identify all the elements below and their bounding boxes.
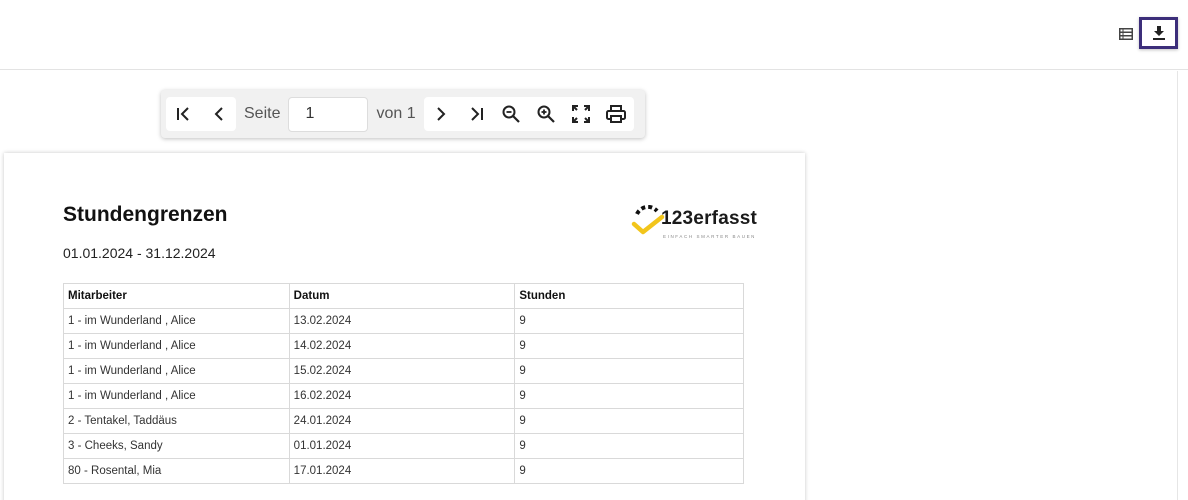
cell-hours: 9 — [514, 433, 744, 459]
print-button[interactable] — [599, 97, 634, 131]
table-row: 1 - im Wunderland , Alice 13.02.2024 9 — [63, 308, 744, 334]
column-header-date: Datum — [288, 283, 516, 309]
table-header-row: Mitarbeiter Datum Stunden — [63, 283, 744, 309]
cell-hours: 9 — [514, 358, 744, 384]
cell-employee: 1 - im Wunderland , Alice — [63, 308, 290, 334]
cell-date: 16.02.2024 — [288, 383, 516, 409]
next-page-button[interactable] — [424, 97, 459, 131]
cell-date: 14.02.2024 — [288, 333, 516, 359]
cell-employee: 80 - Rosental, Mia — [63, 458, 290, 484]
last-page-icon — [471, 107, 484, 121]
first-page-button[interactable] — [166, 97, 201, 131]
report-page: Stundengrenzen 01.01.2024 - 31.12.2024 1… — [4, 153, 805, 500]
cell-date: 01.01.2024 — [288, 433, 516, 459]
cell-employee: 1 - im Wunderland , Alice — [63, 383, 290, 409]
last-page-button[interactable] — [459, 97, 494, 131]
cell-employee: 1 - im Wunderland , Alice — [63, 333, 290, 359]
nav-tools-group — [423, 97, 634, 131]
column-header-hours: Stunden — [514, 283, 744, 309]
cell-hours: 9 — [514, 408, 744, 434]
list-view-button[interactable] — [1114, 23, 1138, 45]
zoom-in-button[interactable] — [529, 97, 564, 131]
download-button[interactable] — [1139, 17, 1178, 49]
cell-employee: 3 - Cheeks, Sandy — [63, 433, 290, 459]
cell-hours: 9 — [514, 458, 744, 484]
column-header-employee: Mitarbeiter — [63, 283, 290, 309]
previous-page-icon — [214, 107, 223, 121]
next-page-icon — [437, 107, 446, 121]
first-page-icon — [176, 107, 189, 121]
fullscreen-button[interactable] — [564, 97, 599, 131]
print-icon — [606, 105, 627, 123]
cell-hours: 9 — [514, 383, 744, 409]
cell-employee: 2 - Tentakel, Taddäus — [63, 408, 290, 434]
cell-date: 13.02.2024 — [288, 308, 516, 334]
cell-hours: 9 — [514, 333, 744, 359]
page-count-label: von 1 — [376, 105, 416, 122]
report-title: Stundengrenzen — [63, 203, 228, 226]
zoom-out-icon — [502, 105, 520, 123]
top-bar — [0, 0, 1188, 70]
table-row: 80 - Rosental, Mia 17.01.2024 9 — [63, 458, 744, 484]
cell-date: 17.01.2024 — [288, 458, 516, 484]
company-logo: 123erfasst EINFACH SMARTER BAUEN — [631, 205, 757, 245]
report-date-range: 01.01.2024 - 31.12.2024 — [63, 245, 216, 261]
download-icon — [1152, 26, 1165, 40]
zoom-out-button[interactable] — [494, 97, 529, 131]
table-row: 1 - im Wunderland , Alice 14.02.2024 9 — [63, 333, 744, 359]
report-table: Mitarbeiter Datum Stunden 1 - im Wunderl… — [63, 283, 744, 484]
cell-hours: 9 — [514, 308, 744, 334]
vertical-scrollbar[interactable] — [1177, 71, 1188, 500]
table-row: 1 - im Wunderland , Alice 16.02.2024 9 — [63, 383, 744, 409]
viewer-toolbar: Seite von 1 — [161, 90, 645, 138]
table-row: 1 - im Wunderland , Alice 15.02.2024 9 — [63, 358, 744, 384]
cell-employee: 1 - im Wunderland , Alice — [63, 358, 290, 384]
page-number-input[interactable] — [288, 96, 369, 132]
logo-check-icon — [631, 205, 665, 235]
table-row: 3 - Cheeks, Sandy 01.01.2024 9 — [63, 433, 744, 459]
logo-wordmark: 123erfasst — [661, 208, 758, 229]
fullscreen-icon — [572, 105, 591, 123]
list-view-icon — [1119, 28, 1133, 40]
logo-tagline: EINFACH SMARTER BAUEN — [663, 234, 757, 239]
table-row: 2 - Tentakel, Taddäus 24.01.2024 9 — [63, 408, 744, 434]
page-label: Seite — [244, 105, 281, 122]
zoom-in-icon — [537, 105, 555, 123]
cell-date: 24.01.2024 — [288, 408, 516, 434]
nav-back-group — [166, 97, 236, 131]
cell-date: 15.02.2024 — [288, 358, 516, 384]
previous-page-button[interactable] — [201, 97, 236, 131]
